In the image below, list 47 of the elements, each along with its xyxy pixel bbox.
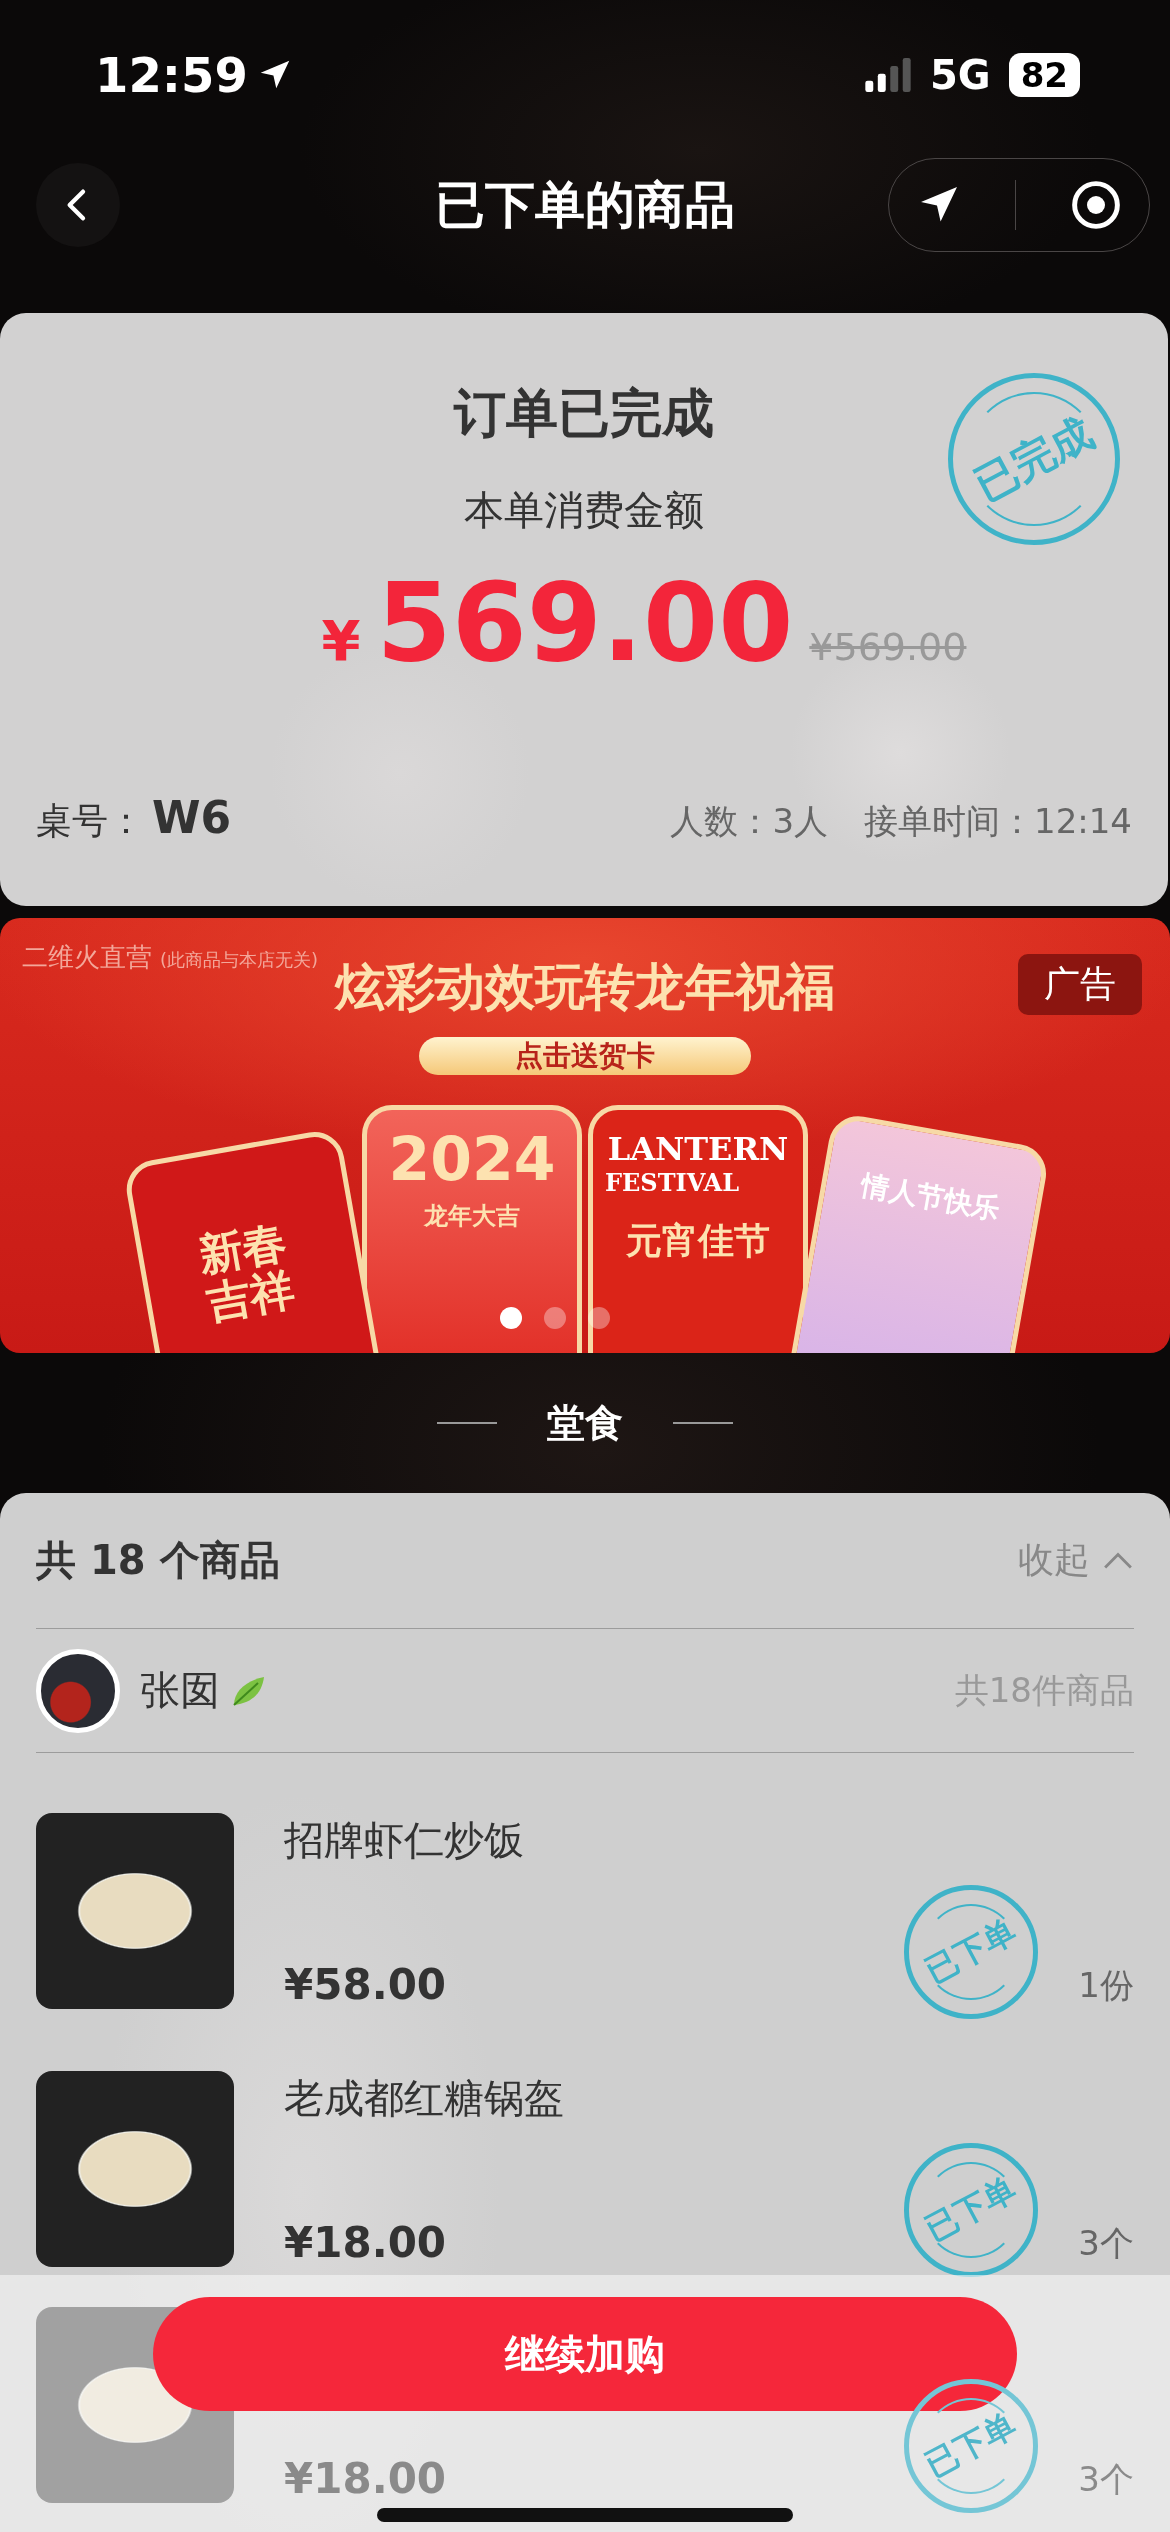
collapse-button[interactable]: 收起 [1018,1536,1134,1585]
dish-price: ¥18.00 [284,2218,448,2267]
dish-price: ¥58.00 [284,1960,448,2009]
battery-icon: 82 [1008,53,1080,97]
completed-stamp: 已完成 [948,373,1120,545]
continue-ordering-button[interactable]: 继续加购 [153,2297,1017,2411]
order-time: 12:14 [1034,801,1132,841]
guests-label: 人数： [670,800,773,843]
card-text: 龙年大吉 [424,1201,520,1232]
disclaimer-text: (此商品与本店无关) [160,948,319,972]
banner-headline: 炫彩动效玩转龙年祝福 [335,957,835,1018]
card-text: 情人节快乐 [858,1167,1003,1228]
card-text: 2024 [388,1124,556,1194]
section-title: 堂食 [547,1399,623,1447]
user-name: 张囡 [140,1666,220,1715]
signal-icon [864,58,912,92]
card-text: FESTIVAL [605,1168,739,1197]
total-amount: 569.00 [376,560,794,685]
card-text: 元宵佳节 [626,1219,770,1263]
send-card-button[interactable]: 点击送贺卡 [419,1037,751,1075]
brand-label: 二维火直营 [22,941,152,974]
card-text: 新春吉祥 [194,1215,300,1329]
page-title: 已下单的商品 [434,174,736,236]
order-status-title: 订单已完成 [454,382,714,445]
network-label: 5G [930,52,991,98]
chevron-up-icon [1102,1551,1134,1570]
ordered-stamp: 已下单 [904,1885,1038,2019]
dish-price: ¥18.00 [284,2454,447,2503]
page-dot[interactable] [588,1307,610,1329]
table-label: 桌号： [36,799,144,843]
quantity: 3个 [1077,2222,1134,2265]
original-price: ¥569.00 [809,625,967,669]
quantity: 1份 [1077,1964,1134,2007]
page-dot[interactable] [544,1307,566,1329]
ordered-stamp: 已下单 [904,2143,1038,2277]
item-count: 共 18 个商品 [36,1536,280,1585]
ad-tag: 广告 [1018,954,1142,1015]
dish-name: 招牌虾仁炒饭 [284,1816,524,1865]
status-time: 12:59 [95,47,248,103]
dish-name: 老成都红糖锅盔 [284,2074,564,2123]
quantity: 3个 [1077,2458,1134,2501]
guests-count: 3人 [772,800,828,843]
order-time-label: 接单时间： [864,800,1034,843]
amount-label: 本单消费金额 [464,486,704,535]
card-text: LANTERN [607,1130,789,1168]
table-number: W6 [152,792,232,843]
currency-symbol: ¥ [321,608,361,673]
